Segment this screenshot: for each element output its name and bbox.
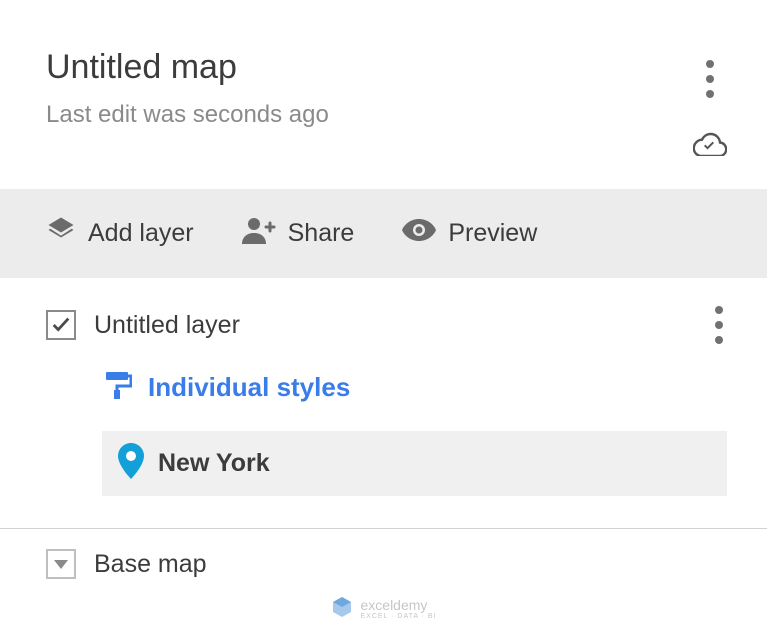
share-label: Share xyxy=(288,219,355,248)
eye-icon xyxy=(402,219,436,248)
watermark-tagline: EXCEL · DATA · BI xyxy=(361,613,437,620)
layer-header: Untitled layer xyxy=(46,302,727,348)
watermark: exceldemy EXCEL · DATA · BI xyxy=(331,596,437,621)
layers-icon xyxy=(46,215,76,252)
styles-label: Individual styles xyxy=(148,372,350,403)
place-item-new-york[interactable]: New York xyxy=(102,431,727,496)
chevron-down-icon xyxy=(54,560,68,569)
base-map-dropdown[interactable] xyxy=(46,549,76,579)
watermark-text: exceldemy EXCEL · DATA · BI xyxy=(361,597,437,620)
share-button[interactable]: Share xyxy=(242,216,355,251)
more-options-icon[interactable] xyxy=(702,56,718,102)
last-edit-label: Last edit was seconds ago xyxy=(46,101,693,129)
toolbar: Add layer Share Preview xyxy=(0,189,767,278)
layer-options-icon[interactable] xyxy=(711,302,727,348)
checkmark-icon xyxy=(50,314,72,336)
person-add-icon xyxy=(242,216,276,251)
base-map-label[interactable]: Base map xyxy=(94,550,207,579)
add-layer-button[interactable]: Add layer xyxy=(46,215,194,252)
layer-visibility-checkbox[interactable] xyxy=(46,310,76,340)
base-map-section: Base map xyxy=(0,529,767,599)
layer-header-left: Untitled layer xyxy=(46,310,240,340)
map-title[interactable]: Untitled map xyxy=(46,48,693,87)
place-label: New York xyxy=(158,449,270,478)
layer-section: Untitled layer Individual styles New Yor… xyxy=(0,278,767,526)
cloud-saved-icon xyxy=(693,132,727,161)
header-right xyxy=(693,48,727,161)
header-left: Untitled map Last edit was seconds ago xyxy=(46,48,693,129)
watermark-brand: exceldemy xyxy=(361,597,428,613)
preview-label: Preview xyxy=(448,219,537,248)
hexagon-icon xyxy=(331,596,353,621)
individual-styles-button[interactable]: Individual styles xyxy=(102,370,727,405)
preview-button[interactable]: Preview xyxy=(402,219,537,248)
add-layer-label: Add layer xyxy=(88,219,194,248)
paint-roller-icon xyxy=(102,370,132,405)
header: Untitled map Last edit was seconds ago xyxy=(0,0,767,189)
map-pin-icon xyxy=(118,443,144,484)
layer-title[interactable]: Untitled layer xyxy=(94,311,240,340)
